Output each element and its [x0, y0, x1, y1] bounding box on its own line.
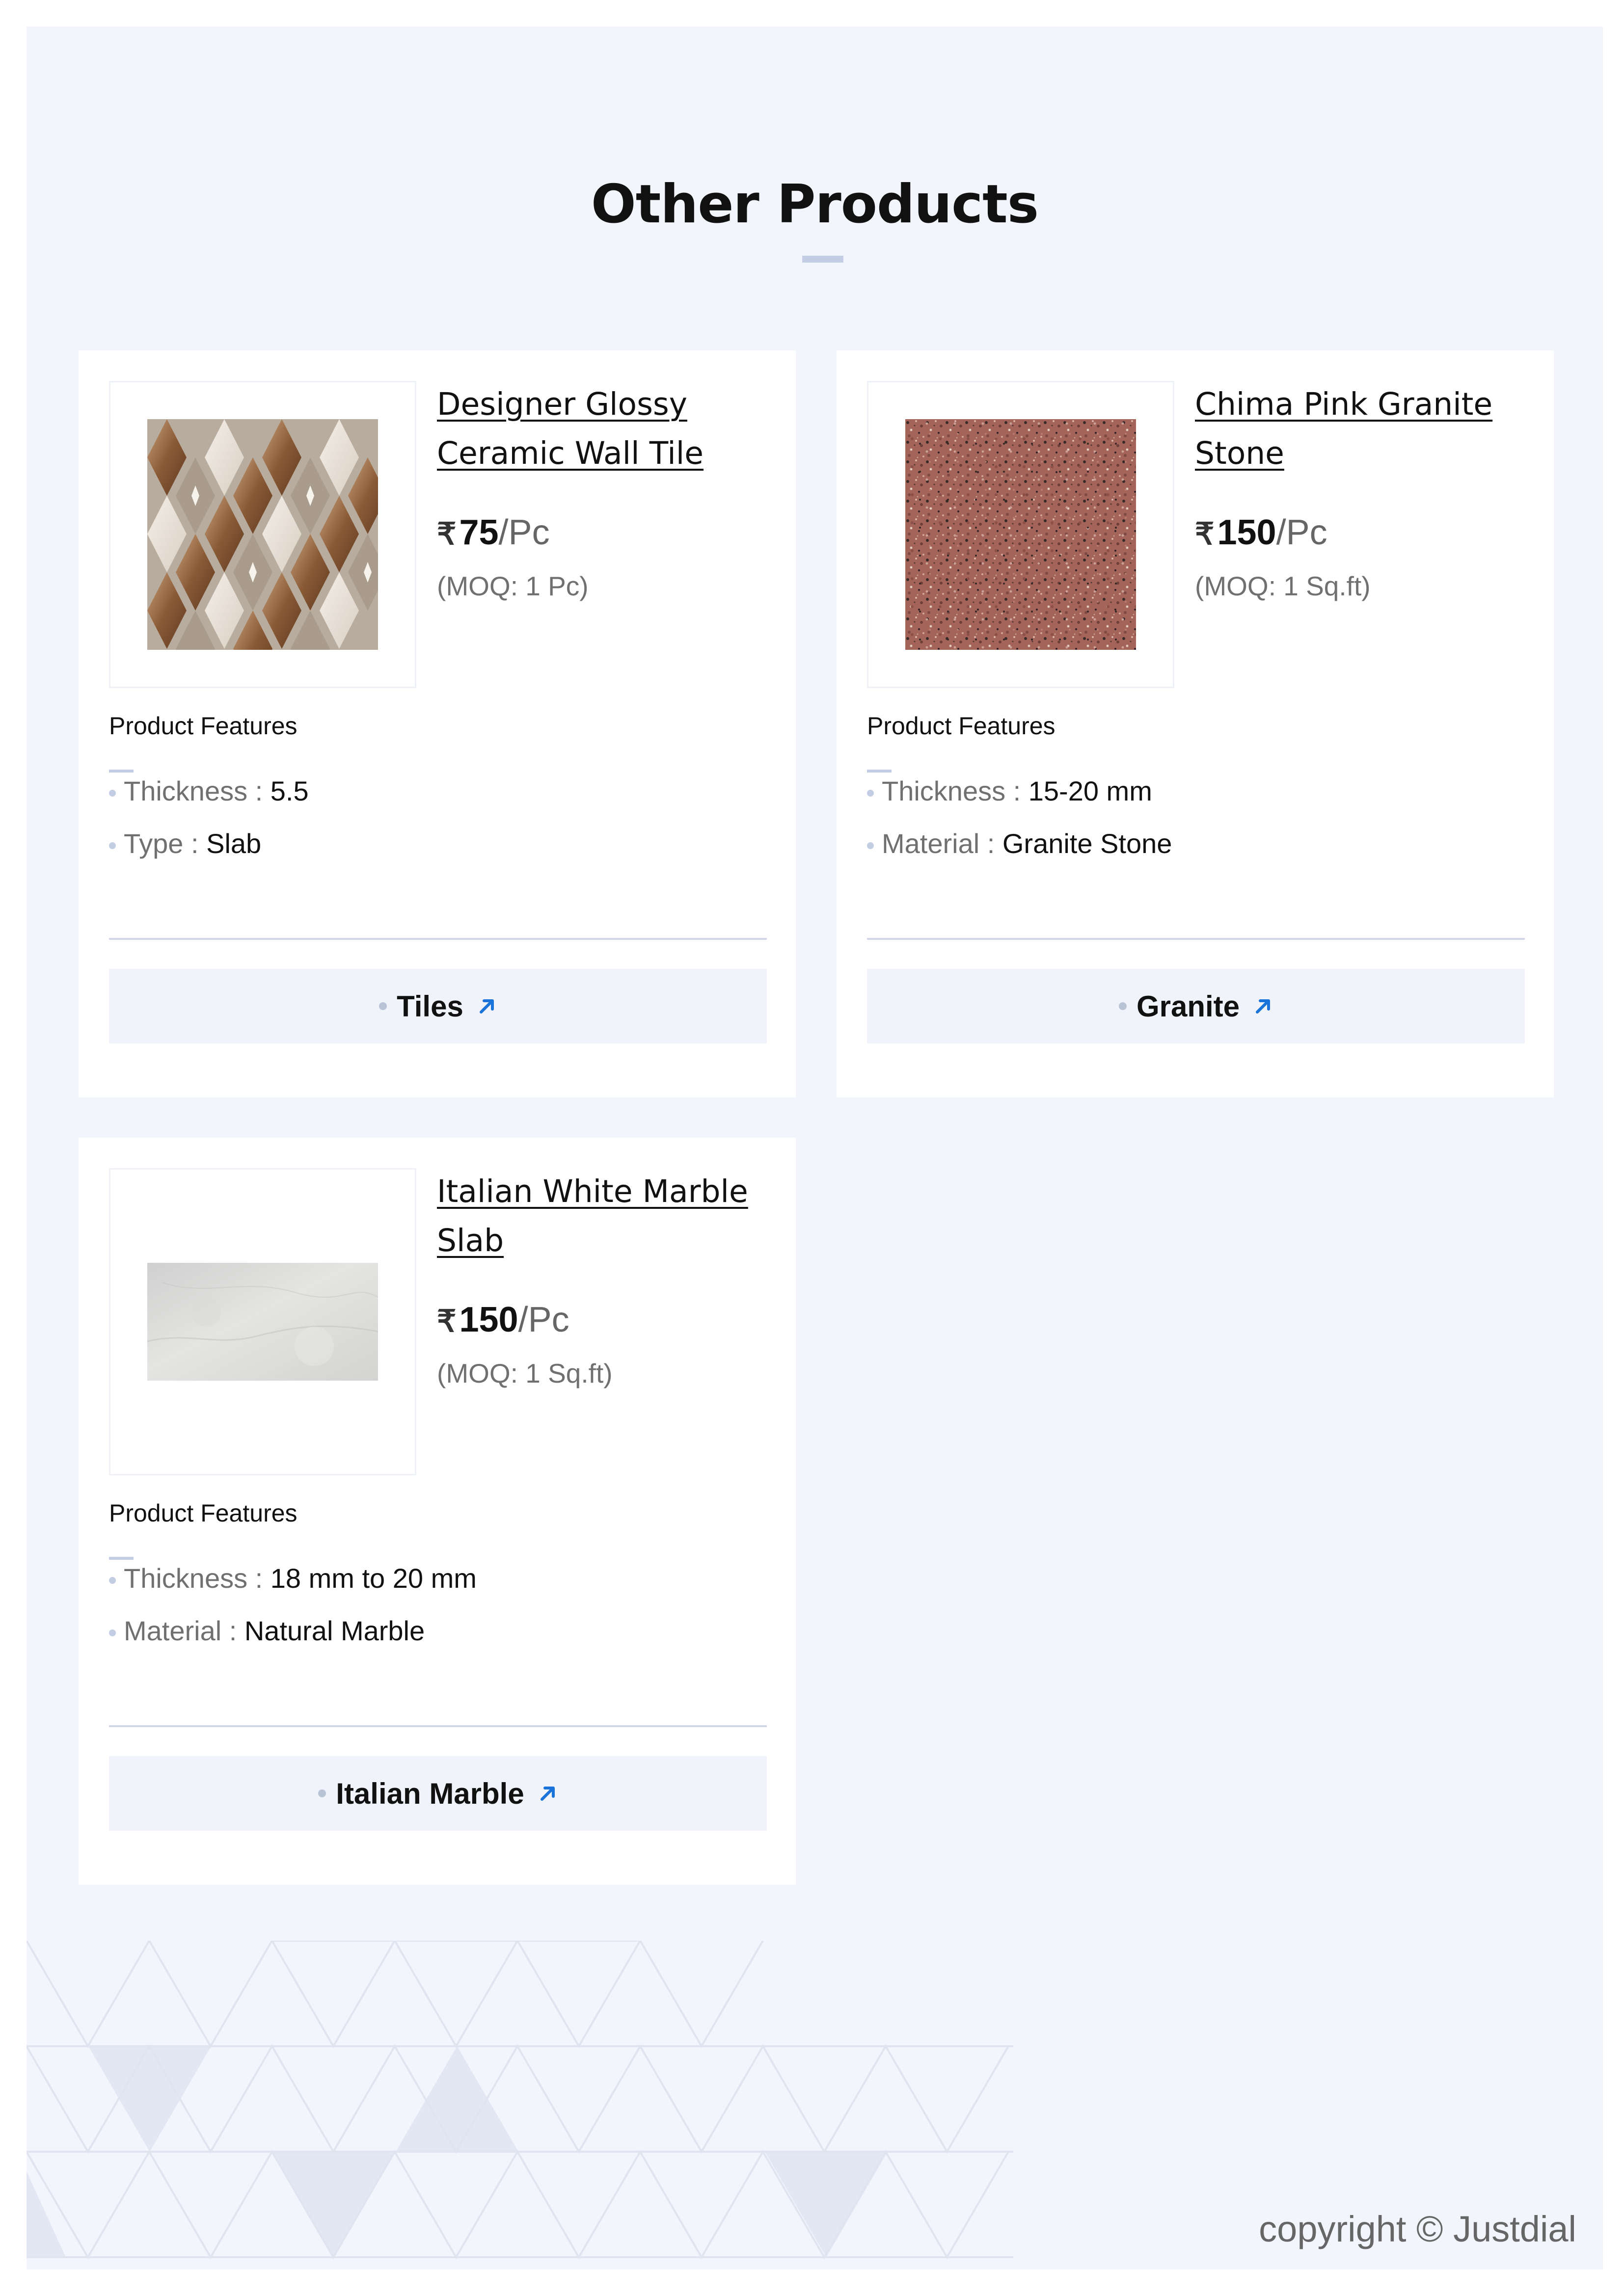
arrow-up-right-icon [1256, 999, 1271, 1014]
product-image-frame[interactable] [867, 381, 1174, 688]
price-value: 150 [1217, 513, 1276, 552]
features-heading: Product Features [109, 1499, 298, 1527]
bullet-icon [109, 790, 116, 797]
bullet-icon [379, 1002, 387, 1010]
product-image-frame[interactable] [109, 381, 416, 688]
features-divider [109, 770, 134, 773]
moq: (MOQ: 1 Sq.ft) [1195, 571, 1371, 601]
product-card: Chima Pink Granite Stone ₹150/Pc (MOQ: 1… [837, 350, 1554, 1097]
copyright-text: copyright © Justdial [1259, 2209, 1576, 2249]
bullet-icon [109, 1629, 116, 1637]
granite-stone-image [905, 419, 1136, 650]
page-panel: Other Products Designer Glossy Ceramic W… [27, 27, 1603, 2269]
price-value: 75 [459, 513, 499, 552]
ceramic-tile-image [147, 419, 378, 650]
bullet-icon [867, 842, 874, 850]
title-underline [802, 256, 843, 263]
bullet-icon [1118, 1002, 1127, 1010]
marble-slab-image [147, 1263, 378, 1381]
product-card: Designer Glossy Ceramic Wall Tile ₹75/Pc… [79, 350, 796, 1097]
features-heading: Product Features [867, 712, 1056, 740]
feature-value: 18 mm to 20 mm [270, 1563, 477, 1594]
category-button-tiles[interactable]: Tiles [109, 969, 767, 1043]
category-button-granite[interactable]: Granite [867, 969, 1525, 1043]
moq: (MOQ: 1 Sq.ft) [437, 1358, 613, 1388]
feature-value: 15-20 mm [1028, 775, 1152, 806]
feature-label: Thickness : [882, 775, 1029, 806]
product-name-link[interactable]: Designer Glossy Ceramic Wall Tile [437, 380, 781, 478]
feature-value: Granite Stone [1002, 828, 1172, 859]
feature-value: Natural Marble [244, 1615, 425, 1646]
feature-label: Type : [124, 828, 207, 859]
price: ₹150/Pc [437, 1300, 569, 1340]
price: ₹75/Pc [437, 512, 550, 553]
features-heading: Product Features [109, 712, 298, 740]
feature-item: Material : Granite Stone [867, 828, 1172, 859]
feature-item: Thickness : 5.5 [109, 775, 309, 807]
feature-label: Thickness : [124, 775, 271, 806]
arrow-up-right-icon [540, 1787, 555, 1801]
price-value: 150 [459, 1300, 518, 1339]
features-divider [867, 770, 892, 773]
category-button-italian-marble[interactable]: Italian Marble [109, 1756, 767, 1831]
price: ₹150/Pc [1195, 512, 1327, 553]
price-unit: /Pc [498, 513, 550, 552]
category-label: Italian Marble [336, 1777, 524, 1810]
arrow-up-right-icon [479, 999, 494, 1014]
card-divider [109, 938, 767, 940]
product-image-frame[interactable] [109, 1168, 416, 1475]
moq: (MOQ: 1 Pc) [437, 571, 589, 601]
rupee-icon: ₹ [1195, 517, 1215, 551]
triangle-pattern-decoration [27, 1941, 1013, 2259]
bullet-icon [109, 1577, 116, 1584]
bullet-icon [867, 790, 874, 797]
feature-item: Thickness : 18 mm to 20 mm [109, 1562, 477, 1594]
price-unit: /Pc [518, 1300, 569, 1339]
rupee-icon: ₹ [437, 517, 457, 551]
bullet-icon [109, 842, 116, 850]
bullet-icon [318, 1789, 326, 1797]
product-name-link[interactable]: Chima Pink Granite Stone [1195, 380, 1539, 478]
product-card: Italian White Marble Slab ₹150/Pc (MOQ: … [79, 1138, 796, 1885]
feature-item: Type : Slab [109, 828, 261, 859]
feature-value: 5.5 [270, 775, 309, 806]
rupee-icon: ₹ [437, 1305, 457, 1338]
feature-value: Slab [206, 828, 262, 859]
feature-label: Material : [124, 1615, 244, 1646]
card-divider [109, 1725, 767, 1727]
feature-label: Material : [882, 828, 1002, 859]
product-name-link[interactable]: Italian White Marble Slab [437, 1167, 781, 1265]
feature-item: Material : Natural Marble [109, 1615, 425, 1647]
card-divider [867, 938, 1525, 940]
section-title: Other Products [591, 174, 1039, 235]
category-label: Tiles [397, 989, 463, 1023]
feature-label: Thickness : [124, 1563, 271, 1594]
features-divider [109, 1557, 134, 1560]
feature-item: Thickness : 15-20 mm [867, 775, 1152, 807]
price-unit: /Pc [1276, 513, 1327, 552]
category-label: Granite [1136, 989, 1240, 1023]
